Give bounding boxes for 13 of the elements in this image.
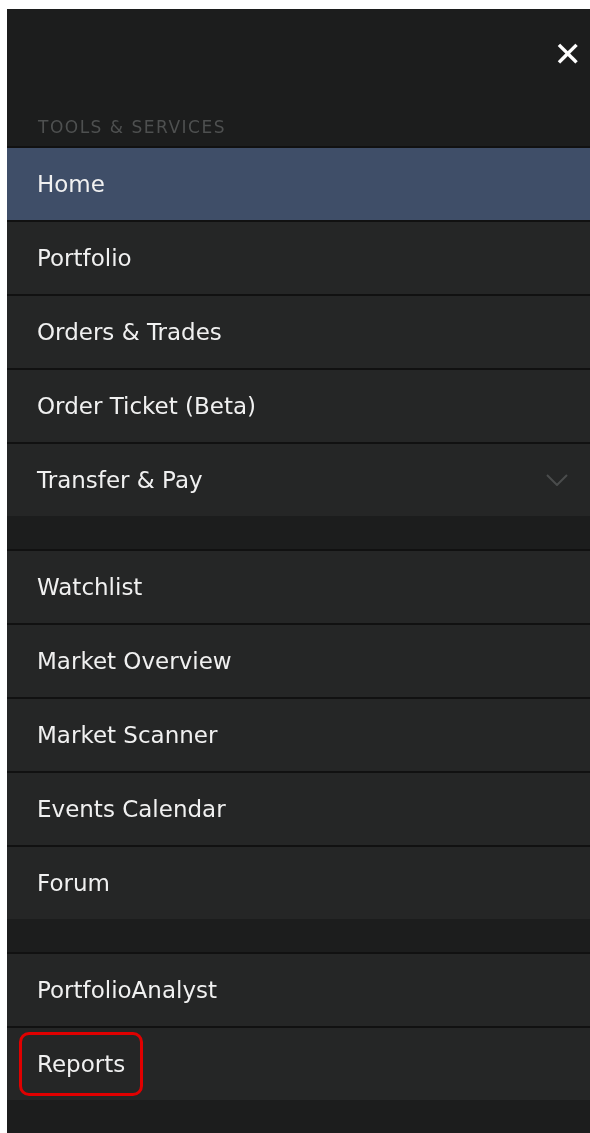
menu-item[interactable]: PortfolioAnalyst	[7, 952, 590, 1026]
menu-item[interactable]: Portfolio	[7, 220, 590, 294]
menu-item[interactable]: Market Scanner	[7, 697, 590, 771]
menu-item[interactable]: Market Overview	[7, 623, 590, 697]
menu-item[interactable]: Order Ticket (Beta)	[7, 368, 590, 442]
menu-item[interactable]: Forum	[7, 845, 590, 919]
menu-item[interactable]: Transfer & Pay	[7, 442, 590, 516]
menu-item[interactable]: Events Calendar	[7, 771, 590, 845]
menu-item[interactable]: Reports	[7, 1026, 590, 1100]
menu-item[interactable]: Home	[7, 146, 590, 220]
close-button[interactable]: ✕	[549, 37, 586, 71]
menu-item[interactable]: Orders & Trades	[7, 294, 590, 368]
menu-item[interactable]: Watchlist	[7, 549, 590, 623]
